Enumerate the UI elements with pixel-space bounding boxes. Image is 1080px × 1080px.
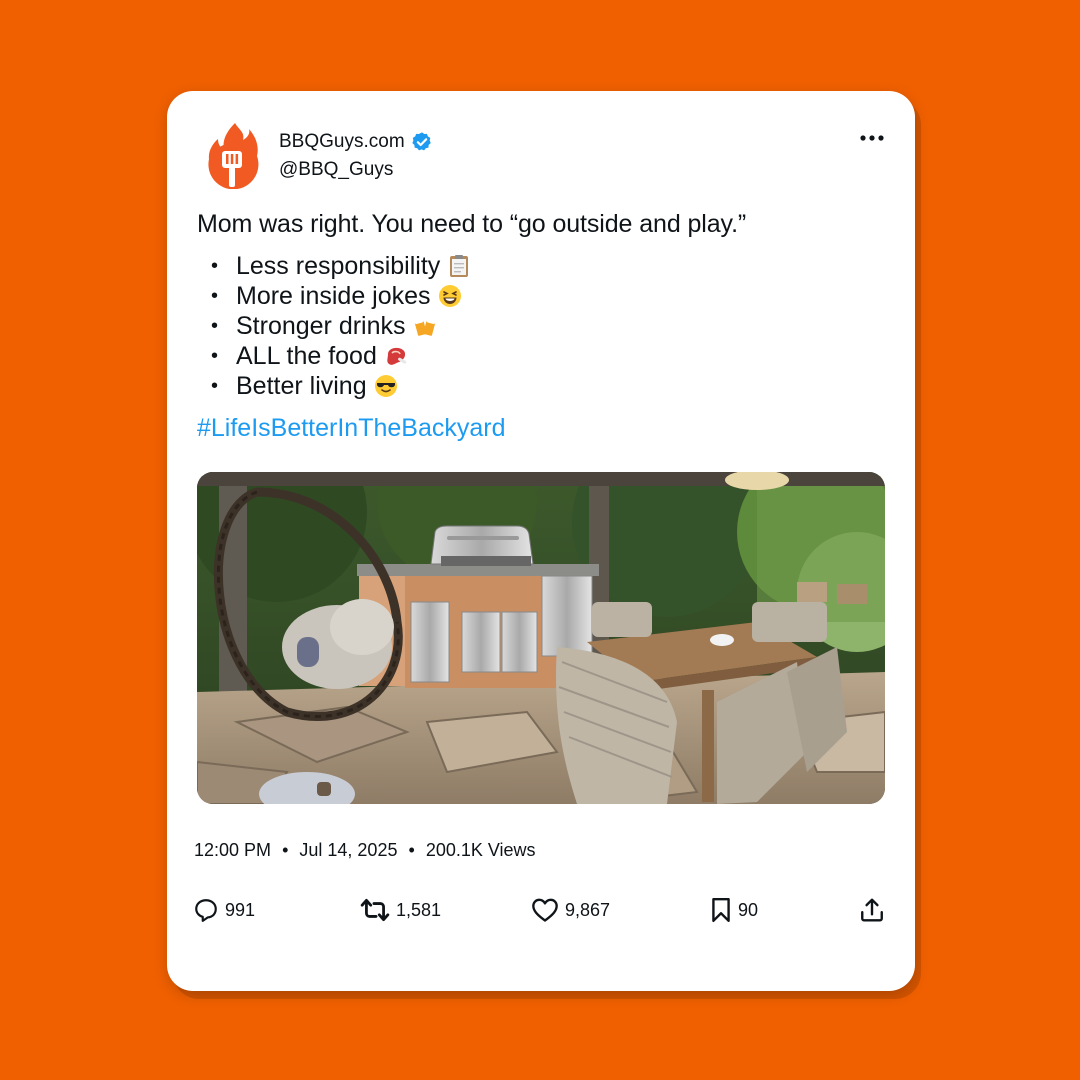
reply-count: 991 [225, 899, 256, 920]
reply-icon [195, 899, 217, 922]
clinking-beers-icon [414, 318, 435, 336]
post-image[interactable] [197, 472, 885, 804]
post-meta: 12:00 PM • Jul 14, 2025 • 200.1K Views [194, 840, 536, 861]
post-time[interactable]: 12:00 PM [194, 840, 271, 860]
bookmark-icon [712, 897, 730, 923]
bookmark-button[interactable]: 90 [710, 897, 758, 923]
bullet-marker: • [211, 285, 219, 307]
bullet-marker: • [211, 315, 219, 337]
share-button[interactable] [859, 897, 885, 923]
clipboard-icon [450, 255, 469, 277]
steak-icon [387, 347, 407, 365]
display-name[interactable]: BBQGuys.com [279, 131, 405, 153]
like-button[interactable]: 9,867 [531, 897, 610, 923]
view-count[interactable]: 200.1K Views [426, 840, 536, 860]
bullet-text: More inside jokes [236, 282, 431, 310]
like-heart-icon [532, 898, 558, 922]
bullet-text: Better living [236, 372, 367, 400]
list-item: • ALL the food [211, 341, 471, 371]
share-upload-icon [861, 898, 883, 922]
repost-count: 1,581 [396, 899, 442, 920]
bookmark-count: 90 [738, 899, 759, 920]
bullet-list: • Less responsibility • More inside joke… [211, 251, 471, 401]
post-card: BBQGuys.com @BBQ_Guys Mom was right. You… [167, 91, 915, 991]
user-handle[interactable]: @BBQ_Guys [279, 159, 393, 181]
hashtag-link[interactable]: #LifeIsBetterInTheBackyard [197, 414, 506, 443]
bullet-text: Less responsibility [236, 252, 441, 280]
list-item: • More inside jokes [211, 281, 471, 311]
verified-badge-icon [412, 132, 431, 151]
bullet-text: ALL the food [236, 342, 377, 370]
reply-button[interactable]: 991 [193, 897, 255, 923]
bbqguys-logo-avatar[interactable] [205, 121, 259, 189]
bullet-marker: • [211, 255, 219, 277]
action-bar: 991 1,581 9,867 90 [193, 897, 887, 933]
list-item: • Stronger drinks [211, 311, 471, 341]
meta-separator: • [282, 840, 289, 860]
more-options-icon[interactable] [857, 127, 887, 149]
sunglasses-face-icon [374, 375, 397, 397]
list-item: • Less responsibility [211, 251, 471, 281]
post-date[interactable]: Jul 14, 2025 [299, 840, 397, 860]
post-text: Mom was right. You need to “go outside a… [197, 210, 747, 238]
author-row: BBQGuys.com [279, 131, 433, 153]
bullet-text: Stronger drinks [236, 312, 406, 340]
bullet-marker: • [211, 375, 219, 397]
repost-icon [360, 898, 390, 922]
laughing-face-icon [438, 285, 461, 307]
like-count: 9,867 [565, 899, 611, 920]
meta-separator: • [408, 840, 415, 860]
list-item: • Better living [211, 371, 471, 401]
repost-button[interactable]: 1,581 [360, 897, 441, 923]
bullet-marker: • [211, 345, 219, 367]
